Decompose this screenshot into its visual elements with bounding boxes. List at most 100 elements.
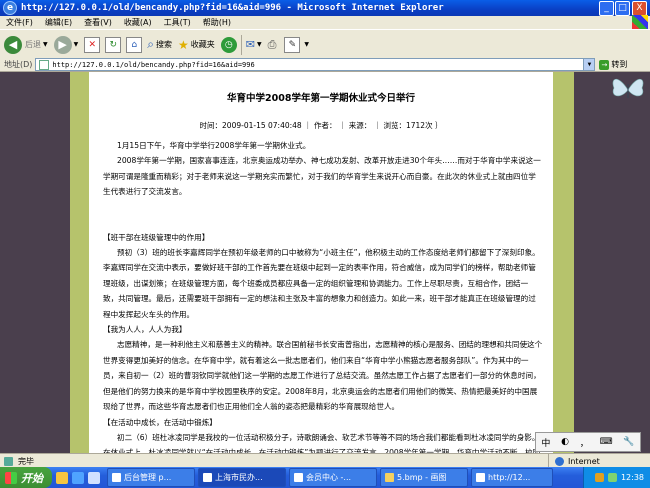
title-bar: e http://127.0.0.1/old/bencandy.php?fid=…: [0, 0, 650, 16]
start-button[interactable]: 开始: [0, 467, 52, 488]
zone-label: Internet: [568, 456, 600, 466]
task-label: 后台管理 p...: [124, 473, 172, 482]
back-arrow-icon: ◀: [4, 35, 22, 54]
task-label: 5.bmp - 画图: [397, 473, 447, 482]
favorites-label: 收藏夹: [190, 40, 215, 49]
section-heading: 【我为人人，人人为我】: [103, 325, 187, 335]
edit-icon[interactable]: ✎: [284, 36, 301, 53]
article-title: 华育中学2008学年第一学期休业式今日举行: [227, 93, 415, 104]
butterfly-decoration-icon: [612, 78, 644, 98]
edit-dropdown-icon[interactable]: ▼: [304, 41, 309, 48]
history-icon[interactable]: ◷: [220, 36, 237, 53]
toolbar: ◀ 后退 ▼ ▶ ▼ ✕ ↻ ⌂ ⌕ 搜索 ★ 收藏夹 ◷ ✉ ▼ ⎙ ✎ ▼: [0, 29, 650, 60]
go-arrow-icon: →: [599, 59, 610, 70]
favorites-button[interactable]: ★ 收藏夹: [178, 38, 215, 52]
mail-dropdown-icon[interactable]: ▼: [257, 41, 262, 48]
system-tray: 12:38: [583, 467, 650, 488]
task-button-admin[interactable]: 后台管理 p...: [107, 468, 195, 487]
globe-icon: [555, 456, 564, 466]
menu-bar: 文件(F) 编辑(E) 查看(V) 收藏(A) 工具(T) 帮助(H): [0, 15, 650, 29]
section-heading: 【班干部在班级管理中的作用】: [103, 232, 210, 242]
paragraph: 志愿精神，是一种利他主义和慈善主义的精神。联合国前秘书长安南曾指出，志愿精神的核…: [103, 340, 543, 412]
menu-edit[interactable]: 编辑(E): [39, 17, 78, 28]
home-icon[interactable]: ⌂: [126, 36, 143, 53]
address-bar: 地址(D) http://127.0.0.1/old/bencandy.php?…: [0, 58, 650, 72]
forward-button[interactable]: ▶ ▼: [53, 35, 79, 54]
go-button[interactable]: → 转到: [599, 59, 627, 70]
page-viewport[interactable]: 华育中学2008学年第一学期休业式今日举行 时间：2009-01-15 07:4…: [0, 72, 650, 453]
back-dropdown-icon[interactable]: ▼: [43, 41, 48, 48]
print-icon[interactable]: ⎙: [268, 38, 277, 52]
tray-network-icon[interactable]: [607, 473, 617, 482]
status-text: 完毕: [18, 456, 34, 466]
window-title: http://127.0.0.1/old/bencandy.php?fid=16…: [21, 3, 444, 13]
task-label: 上海市民办...: [215, 473, 263, 482]
menu-file[interactable]: 文件(F): [0, 17, 39, 28]
tray-app-icon[interactable]: [594, 473, 604, 482]
windows-logo-icon: [632, 15, 648, 29]
ie-page-icon: [112, 473, 121, 482]
address-url[interactable]: http://127.0.0.1/old/bencandy.php?fid=16…: [52, 61, 254, 69]
quicklaunch-folder-icon[interactable]: [56, 471, 68, 484]
clock[interactable]: 12:38: [621, 473, 644, 482]
ime-punctuation-icon[interactable]: ，: [580, 436, 589, 449]
search-button[interactable]: ⌕ 搜索: [147, 37, 172, 52]
task-label: http://12...: [488, 473, 531, 482]
toolbar-separator: [240, 34, 242, 55]
ie-page-icon: [476, 473, 485, 482]
article-body: 1月15日下午，华育中学举行2008学年第一学期休业式。 2008学年第一学期，…: [103, 138, 543, 453]
menu-favorites[interactable]: 收藏(A): [118, 17, 158, 28]
article-meta: 时间：2009-01-15 07:40:48 ｜ 作者： ｜ 来源： ｜ 浏览：…: [199, 121, 443, 130]
close-button[interactable]: X: [632, 1, 647, 16]
paragraph: 2008学年第一学期，国家喜事连连，北京奥运成功举办、神七成功发射、改革开放走进…: [103, 156, 541, 197]
ie-page-icon: [203, 473, 212, 482]
task-button-paint[interactable]: 5.bmp - 画图: [380, 468, 468, 487]
ie-logo-icon: e: [3, 1, 17, 15]
search-label: 搜索: [155, 40, 172, 49]
paragraph: 初二（6）班杜冰凌同学是我校的一位活动积极分子，诗歌朗诵会、软艺术节等等不同的场…: [103, 432, 540, 453]
minimize-button[interactable]: _: [599, 1, 614, 16]
maximize-button[interactable]: □: [615, 1, 630, 16]
quicklaunch-ie-icon[interactable]: [72, 471, 84, 484]
star-icon: ★: [177, 37, 189, 52]
quicklaunch-desktop-icon[interactable]: [88, 471, 100, 484]
start-label: 开始: [21, 471, 43, 485]
security-zone: Internet: [548, 454, 600, 468]
back-button[interactable]: ◀ 后退 ▼: [4, 35, 48, 54]
mail-icon[interactable]: ✉: [246, 38, 255, 51]
ime-mode-icon[interactable]: 中: [541, 436, 550, 449]
stop-icon[interactable]: ✕: [84, 36, 101, 53]
refresh-icon[interactable]: ↻: [105, 36, 122, 53]
ime-toolbar[interactable]: 中 ◐ ， ⌨ 🔧: [535, 432, 641, 452]
forward-dropdown-icon[interactable]: ▼: [74, 41, 79, 48]
go-label: 转到: [611, 60, 628, 69]
page-frame: 华育中学2008学年第一学期休业式今日举行 时间：2009-01-15 07:4…: [70, 72, 574, 453]
status-bar: 完毕 Internet: [0, 453, 650, 468]
paint-icon: [385, 473, 394, 482]
ie-page-icon: [294, 473, 303, 482]
ime-keyboard-icon[interactable]: ⌨: [600, 437, 613, 447]
page-icon: [39, 59, 50, 70]
menu-view[interactable]: 查看(V): [78, 17, 118, 28]
task-label: 会员中心 -...: [306, 473, 352, 482]
back-label: 后退: [25, 40, 41, 49]
address-label: 地址(D): [4, 60, 33, 69]
task-button-shanghai[interactable]: 上海市民办...: [198, 468, 286, 487]
section-heading: 【在活动中成长，在活动中锻炼】: [103, 417, 217, 427]
task-button-localhost[interactable]: http://12...: [471, 468, 553, 487]
ime-settings-icon[interactable]: 🔧: [623, 437, 634, 447]
windows-flag-icon: [5, 471, 17, 484]
paragraph: 1月15日下午，华育中学举行2008学年第一学期休业式。: [117, 141, 311, 150]
article: 华育中学2008学年第一学期休业式今日举行 时间：2009-01-15 07:4…: [89, 72, 553, 453]
address-input[interactable]: http://127.0.0.1/old/bencandy.php?fid=16…: [35, 58, 596, 71]
menu-help[interactable]: 帮助(H): [197, 17, 237, 28]
ime-halfwidth-icon[interactable]: ◐: [561, 437, 569, 447]
search-icon: ⌕: [147, 37, 154, 51]
task-button-member[interactable]: 会员中心 -...: [289, 468, 377, 487]
address-dropdown-icon[interactable]: ▼: [583, 59, 595, 70]
menu-tools[interactable]: 工具(T): [158, 17, 197, 28]
paragraph: 预初（3）班的班长李嘉辉同学在预初年级老师的口中被称为“小班主任”，他积极主动的…: [103, 248, 540, 319]
forward-arrow-icon: ▶: [53, 35, 72, 54]
taskbar: 开始 后台管理 p... 上海市民办... 会员中心 -... 5.bmp - …: [0, 467, 650, 488]
page-done-icon: [4, 457, 13, 466]
